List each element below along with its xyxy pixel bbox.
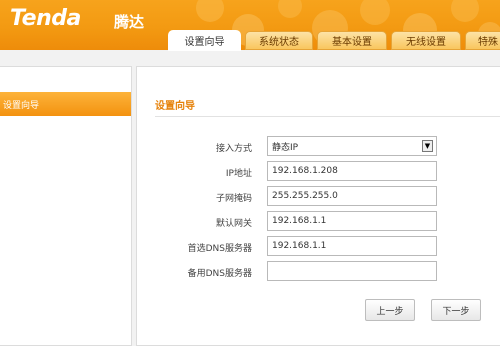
section-divider <box>155 116 500 117</box>
top-nav-tabs: 设置向导 系统状态 基本设置 无线设置 特殊 <box>168 30 500 51</box>
default-gateway-label: 默认网关 <box>215 219 252 229</box>
secondary-dns-input[interactable] <box>267 261 437 281</box>
sidebar-item-setup-wizard[interactable]: 设置向导 <box>0 92 131 116</box>
access-mode-value: 静态IP <box>272 142 299 153</box>
tab-setup-wizard[interactable]: 设置向导 <box>168 30 241 51</box>
access-mode-select[interactable]: 静态IP ▼ <box>267 136 437 156</box>
tab-special[interactable]: 特殊 <box>465 31 500 50</box>
ip-address-label: IP地址 <box>225 169 252 179</box>
subnet-mask-input[interactable] <box>267 186 437 206</box>
tab-system-status[interactable]: 系统状态 <box>245 31 313 50</box>
primary-dns-label: 首选DNS服务器 <box>187 244 252 254</box>
section-title: 设置向导 <box>155 101 195 112</box>
subnet-mask-label: 子网掩码 <box>215 194 252 204</box>
next-step-button[interactable]: 下一步 <box>431 299 481 321</box>
sidebar: 设置向导 <box>0 66 132 346</box>
tab-wireless-settings[interactable]: 无线设置 <box>391 31 461 50</box>
chevron-down-icon[interactable]: ▼ <box>422 140 433 152</box>
prev-step-button[interactable]: 上一步 <box>365 299 415 321</box>
brand-logo-cn: 腾达 <box>114 13 145 31</box>
tab-basic-settings[interactable]: 基本设置 <box>317 31 387 50</box>
access-mode-label: 接入方式 <box>215 144 252 154</box>
default-gateway-input[interactable] <box>267 211 437 231</box>
primary-dns-input[interactable] <box>267 236 437 256</box>
secondary-dns-label: 备用DNS服务器 <box>187 269 252 279</box>
ip-address-input[interactable] <box>267 161 437 181</box>
brand-logo: Tenda <box>10 6 81 31</box>
